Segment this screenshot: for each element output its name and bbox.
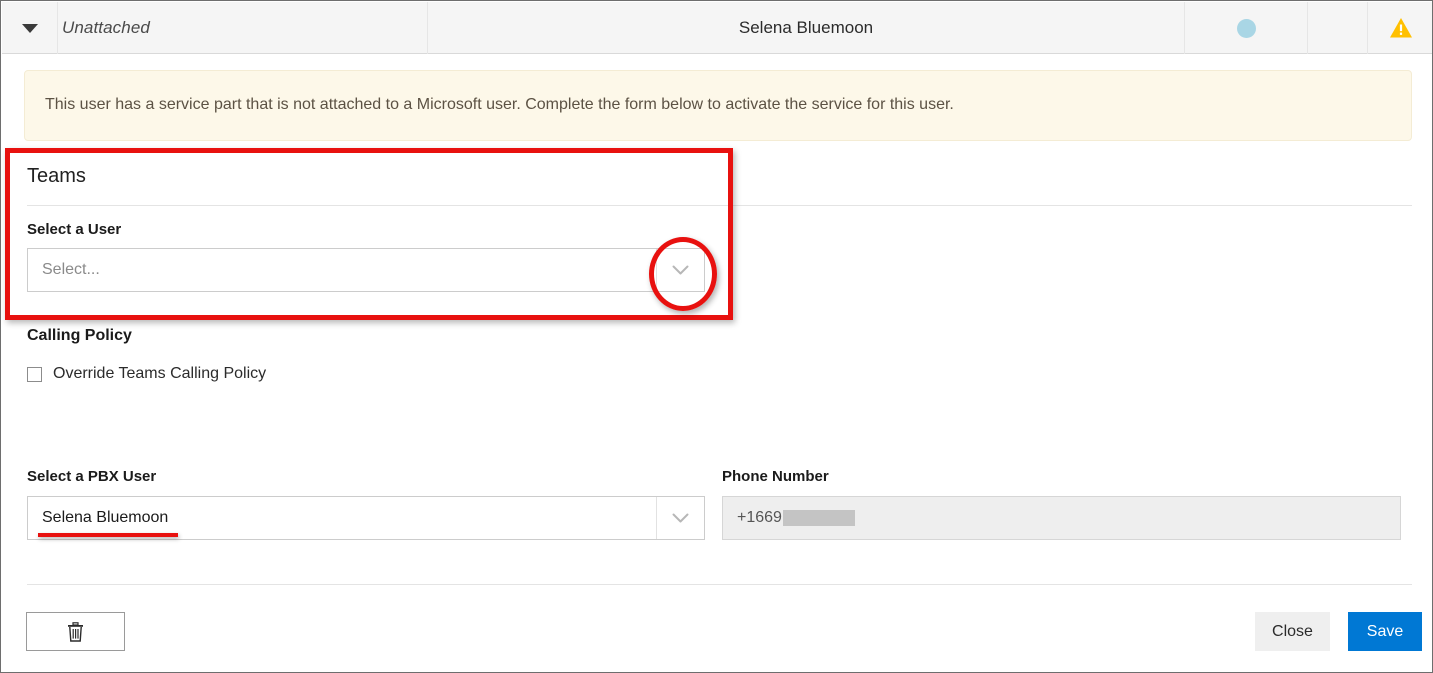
calling-policy-title: Calling Policy bbox=[27, 327, 132, 344]
teams-section-title: Teams bbox=[27, 165, 86, 187]
trash-icon bbox=[68, 621, 83, 642]
phone-number-redaction bbox=[782, 510, 855, 526]
select-user-value: Select... bbox=[42, 261, 100, 278]
select-pbx-user-value: Selena Bluemoon bbox=[42, 509, 169, 526]
info-banner: This user has a service part that is not… bbox=[24, 70, 1412, 141]
select-pbx-user-dropdown[interactable]: Selena Bluemoon bbox=[27, 496, 705, 540]
select-user-dropdown-toggle[interactable] bbox=[656, 249, 704, 291]
warning-indicator-cell[interactable] bbox=[1368, 2, 1432, 54]
select-pbx-user-dropdown-toggle[interactable] bbox=[656, 497, 704, 539]
info-banner-text: This user has a service part that is not… bbox=[45, 96, 954, 114]
override-calling-policy-checkbox[interactable] bbox=[27, 366, 42, 382]
phone-number-label: Phone Number bbox=[722, 468, 829, 485]
section-divider bbox=[27, 205, 1412, 206]
row-expander-button[interactable] bbox=[2, 2, 57, 54]
user-attachment-panel: Unattached Selena Bluemoon This user has… bbox=[0, 0, 1433, 673]
user-name-cell: Selena Bluemoon bbox=[428, 2, 1184, 54]
status-indicator-cell[interactable] bbox=[1185, 2, 1307, 54]
status-dot-icon bbox=[1236, 18, 1256, 38]
header-blank-cell bbox=[1308, 2, 1367, 54]
override-calling-policy-row[interactable]: Override Teams Calling Policy bbox=[27, 365, 266, 383]
close-button[interactable]: Close bbox=[1255, 612, 1330, 651]
group-label-text: Unattached bbox=[62, 18, 150, 37]
group-label-cell: Unattached bbox=[57, 2, 427, 54]
delete-button[interactable] bbox=[26, 612, 125, 651]
select-user-dropdown[interactable]: Select... bbox=[27, 248, 705, 292]
chevron-down-icon bbox=[672, 513, 689, 522]
footer-actions: Close Save bbox=[1, 604, 1432, 672]
override-calling-policy-label: Override Teams Calling Policy bbox=[53, 365, 267, 382]
select-pbx-user-label: Select a PBX User bbox=[27, 468, 157, 485]
phone-number-value: +1669 bbox=[737, 509, 782, 526]
record-header-row[interactable]: Unattached Selena Bluemoon bbox=[2, 2, 1432, 54]
save-button[interactable]: Save bbox=[1348, 612, 1422, 651]
footer-divider bbox=[27, 584, 1412, 585]
select-user-label: Select a User bbox=[27, 221, 122, 238]
phone-number-field: +1669 bbox=[722, 496, 1401, 540]
chevron-down-icon bbox=[672, 265, 689, 274]
warning-triangle-icon bbox=[1390, 18, 1412, 38]
user-name-text: Selena Bluemoon bbox=[738, 18, 874, 37]
caret-down-icon bbox=[21, 23, 38, 33]
